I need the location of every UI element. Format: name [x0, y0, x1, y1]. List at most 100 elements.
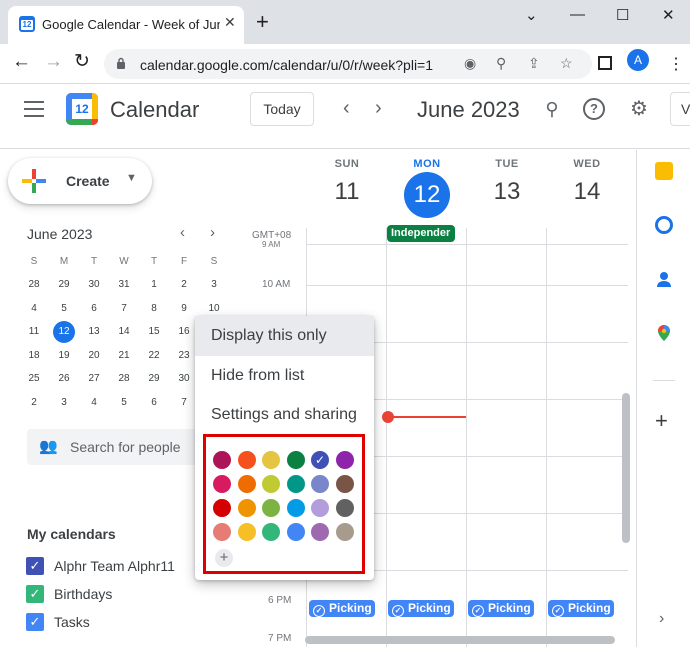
- settings-and-sharing-item[interactable]: Settings and sharing: [195, 395, 374, 435]
- browser-tab[interactable]: 12 Google Calendar - Week of June ✕: [8, 6, 244, 44]
- mini-day-cell[interactable]: 3: [202, 274, 226, 296]
- color-swatch[interactable]: [335, 499, 354, 517]
- add-addon-icon[interactable]: +: [655, 408, 668, 434]
- mini-day-cell[interactable]: 2: [172, 274, 196, 296]
- help-icon[interactable]: ?: [583, 98, 605, 120]
- calendar-checkbox[interactable]: ✓: [26, 585, 44, 603]
- color-swatch[interactable]: [286, 499, 305, 517]
- mini-day-cell[interactable]: 9: [172, 298, 196, 320]
- mini-day-cell[interactable]: 5: [52, 298, 76, 320]
- event-picking-tue[interactable]: ✓Picking u: [468, 600, 534, 617]
- settings-gear-icon[interactable]: ⚙: [628, 98, 650, 120]
- reload-icon[interactable]: ↻: [74, 52, 90, 72]
- mini-day-cell[interactable]: 27: [82, 368, 106, 390]
- mini-next-month-icon[interactable]: ›: [210, 224, 215, 241]
- mini-day-cell[interactable]: 4: [22, 298, 46, 320]
- tab-search-icon[interactable]: ⌄: [525, 6, 538, 24]
- mini-day-cell[interactable]: 6: [82, 298, 106, 320]
- mini-day-cell[interactable]: 26: [52, 368, 76, 390]
- zoom-icon[interactable]: ⚲: [496, 55, 506, 72]
- my-calendars-heading[interactable]: My calendars: [27, 526, 116, 542]
- mini-day-cell[interactable]: 21: [112, 345, 136, 367]
- add-custom-color-icon[interactable]: +: [215, 549, 233, 567]
- event-picking-sun[interactable]: ✓Picking u: [309, 600, 375, 617]
- mini-day-cell[interactable]: 16: [172, 321, 196, 343]
- color-swatch[interactable]: [262, 523, 280, 541]
- hide-from-list-item[interactable]: Hide from list: [195, 356, 374, 396]
- color-swatch[interactable]: [335, 475, 354, 493]
- today-button[interactable]: Today: [250, 92, 314, 126]
- mini-day-cell[interactable]: 23: [172, 345, 196, 367]
- mini-day-cell[interactable]: 4: [82, 392, 106, 414]
- color-swatch[interactable]: [286, 523, 305, 541]
- day-header-mon[interactable]: MON 12: [387, 158, 467, 218]
- mini-day-cell[interactable]: 7: [112, 298, 136, 320]
- mini-day-cell[interactable]: 18: [22, 345, 46, 367]
- mini-day-cell[interactable]: 6: [142, 392, 166, 414]
- mini-day-cell[interactable]: 7: [172, 392, 196, 414]
- calendar-checkbox[interactable]: ✓: [26, 557, 44, 575]
- color-swatch[interactable]: [311, 523, 329, 541]
- maps-icon[interactable]: [655, 324, 673, 342]
- mini-day-cell[interactable]: 14: [112, 321, 136, 343]
- forward-arrow-icon[interactable]: →: [44, 52, 63, 72]
- mini-day-cell[interactable]: 30: [82, 274, 106, 296]
- color-swatch[interactable]: [286, 451, 305, 469]
- color-swatch[interactable]: [335, 523, 354, 541]
- calendar-checkbox[interactable]: ✓: [26, 613, 44, 631]
- mini-day-cell[interactable]: 3: [52, 392, 76, 414]
- mini-day-cell[interactable]: 12: [53, 321, 75, 343]
- horizontal-scrollbar[interactable]: [305, 636, 615, 644]
- view-switcher-button[interactable]: V: [670, 92, 690, 126]
- color-swatch[interactable]: [213, 523, 231, 541]
- mini-day-cell[interactable]: 29: [52, 274, 76, 296]
- mini-day-cell[interactable]: 19: [52, 345, 76, 367]
- eye-icon[interactable]: ◉: [464, 55, 476, 72]
- color-swatch[interactable]: [213, 475, 231, 493]
- color-swatch[interactable]: [237, 475, 256, 493]
- window-close-button[interactable]: ✕: [662, 6, 675, 24]
- minimize-button[interactable]: —: [570, 6, 585, 23]
- color-swatch-selected[interactable]: ✓: [311, 451, 329, 469]
- color-swatch[interactable]: [262, 499, 280, 517]
- create-button[interactable]: Create ▼: [8, 158, 152, 204]
- color-swatch[interactable]: [213, 451, 231, 469]
- mini-day-cell[interactable]: 5: [112, 392, 136, 414]
- color-swatch[interactable]: [213, 499, 231, 517]
- display-this-only-item[interactable]: Display this only: [195, 316, 374, 356]
- expand-panel-icon[interactable]: ›: [659, 610, 664, 628]
- color-swatch[interactable]: [335, 451, 354, 469]
- main-menu-icon[interactable]: [24, 101, 44, 117]
- search-people-input[interactable]: 👥 Search for people: [27, 429, 197, 465]
- mini-day-cell[interactable]: 20: [82, 345, 106, 367]
- event-picking-wed[interactable]: ✓Picking u: [548, 600, 614, 617]
- mini-day-cell[interactable]: 28: [112, 368, 136, 390]
- back-arrow-icon[interactable]: ←: [12, 52, 31, 72]
- mini-day-cell[interactable]: 29: [142, 368, 166, 390]
- color-swatch[interactable]: [286, 475, 305, 493]
- share-icon[interactable]: ⇪: [528, 55, 540, 72]
- profile-avatar[interactable]: A: [627, 49, 649, 71]
- search-icon[interactable]: ⚲: [541, 98, 563, 120]
- day-header-sun[interactable]: SUN 11: [307, 158, 387, 206]
- color-swatch[interactable]: [262, 451, 280, 469]
- mini-day-cell[interactable]: 11: [22, 321, 46, 343]
- mini-day-cell[interactable]: 1: [142, 274, 166, 296]
- mini-day-cell[interactable]: 30: [172, 368, 196, 390]
- color-swatch[interactable]: [262, 475, 280, 493]
- mini-day-cell[interactable]: 2: [22, 392, 46, 414]
- kebab-menu-icon[interactable]: ⋮: [668, 54, 684, 74]
- color-swatch[interactable]: [237, 451, 256, 469]
- day-header-tue[interactable]: TUE 13: [467, 158, 547, 206]
- contacts-icon[interactable]: [655, 270, 673, 288]
- bookmark-star-icon[interactable]: ☆: [560, 55, 573, 72]
- color-swatch[interactable]: [311, 475, 329, 493]
- tasks-icon[interactable]: [655, 216, 673, 234]
- new-tab-button[interactable]: +: [256, 11, 269, 33]
- allday-event-independence[interactable]: Independer: [387, 225, 455, 242]
- mini-day-cell[interactable]: 13: [82, 321, 106, 343]
- mini-day-cell[interactable]: 25: [22, 368, 46, 390]
- vertical-scrollbar[interactable]: [622, 393, 630, 543]
- mini-prev-month-icon[interactable]: ‹: [180, 224, 185, 241]
- mini-day-cell[interactable]: 8: [142, 298, 166, 320]
